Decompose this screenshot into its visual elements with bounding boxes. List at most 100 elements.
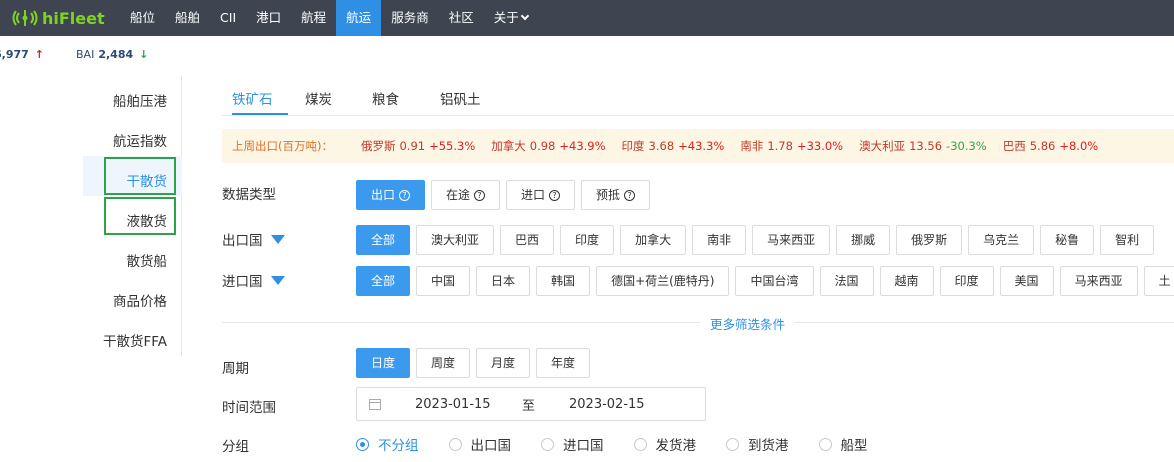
nav-item-cii[interactable]: CII — [210, 0, 246, 36]
chevron-down-icon — [520, 11, 529, 21]
import-country-option[interactable]: 韩国 — [536, 266, 591, 296]
banner-country: 澳大利亚 — [859, 139, 906, 153]
export-country-option[interactable]: 全部 — [356, 225, 411, 255]
ticker-value: 2,484 — [98, 48, 134, 61]
export-country-option[interactable]: 智利 — [1100, 225, 1155, 255]
sidebar-item-commodity-price[interactable]: 商品价格 — [113, 290, 167, 310]
tab-bauxite[interactable]: 铝矾土 — [440, 88, 481, 108]
import-country-option[interactable]: 法国 — [819, 266, 874, 296]
date-end[interactable]: 2023-02-15 — [569, 397, 645, 412]
time-range-label: 时间范围 — [222, 400, 276, 416]
more-filters-link[interactable]: 更多筛选条件 — [700, 314, 796, 333]
import-country-option[interactable]: 中国台湾 — [735, 266, 814, 296]
date-start[interactable]: 2023-01-15 — [415, 397, 491, 412]
commodity-tabs: 铁矿石 煤炭 粮食 铝矾土 — [222, 76, 1174, 116]
help-icon: ? — [549, 189, 561, 201]
group-radio-import-country[interactable]: 进口国 — [541, 434, 604, 454]
sidebar: 船舶压港 航运指数 干散货 液散货 散货船 商品价格 干散货FFA — [0, 76, 182, 356]
export-country-option[interactable]: 加拿大 — [620, 225, 687, 255]
import-country-option[interactable]: 马来西亚 — [1059, 266, 1138, 296]
import-country-option[interactable]: 土 — [1143, 266, 1174, 296]
nav-item-shipping[interactable]: 航运 — [336, 0, 382, 36]
tab-coal[interactable]: 煤炭 — [305, 88, 332, 108]
radio-icon — [726, 437, 739, 451]
nav-item-position[interactable]: 船位 — [120, 0, 165, 36]
ticker-item[interactable]: 6,977 ↑ — [0, 48, 44, 61]
top-navbar: hiFleet 船位 船舶 CII 港口 航程 航运 服务商 社区 关于 — [0, 0, 1174, 36]
export-country-option[interactable]: 俄罗斯 — [896, 225, 963, 255]
export-country-option[interactable]: 澳大利亚 — [416, 225, 495, 255]
data-type-eta-button[interactable]: 预抵? — [581, 180, 651, 210]
arrow-down-icon: ↓ — [139, 48, 149, 61]
period-weekly-button[interactable]: 周度 — [416, 348, 471, 378]
banner-country: 俄罗斯 — [360, 139, 396, 153]
banner-value: 0.91 — [399, 139, 426, 153]
group-radio-ship-type[interactable]: 船型 — [818, 434, 868, 454]
radio-icon — [633, 437, 647, 451]
export-country-option[interactable]: 乌克兰 — [968, 225, 1035, 255]
export-country-option[interactable]: 秘鲁 — [1040, 225, 1095, 255]
date-range-picker[interactable]: 2023-01-15 至 2023-02-15 — [356, 387, 706, 421]
nav-item-voyage[interactable]: 航程 — [291, 0, 336, 36]
group-radio-discharge-port[interactable]: 到货港 — [726, 434, 789, 454]
period-yearly-button[interactable]: 年度 — [536, 348, 591, 378]
tab-iron-ore[interactable]: 铁矿石 — [232, 88, 273, 108]
group-radio-none[interactable]: 不分组 — [356, 434, 419, 454]
data-type-import-button[interactable]: 进口? — [506, 180, 576, 210]
import-country-option[interactable]: 印度 — [939, 266, 994, 296]
import-country-option[interactable]: 日本 — [476, 266, 531, 296]
highlight-box — [104, 157, 176, 195]
export-country-options: 全部 澳大利亚 巴西 印度 加拿大 南非 马来西亚 挪威 俄罗斯 乌克兰 秘鲁 … — [356, 225, 1160, 255]
filter-divider — [222, 322, 1174, 323]
sidebar-item-dry-bulk-ffa[interactable]: 干散货FFA — [103, 330, 167, 350]
ticker-value: 6,977 — [0, 48, 29, 61]
banner-change: +55.3% — [429, 139, 476, 153]
nav-item-ships[interactable]: 船舶 — [165, 0, 210, 36]
banner-country: 加拿大 — [491, 139, 526, 153]
radio-label: 进口国 — [563, 438, 604, 454]
export-country-option[interactable]: 南非 — [692, 225, 747, 255]
nav-item-ports[interactable]: 港口 — [246, 0, 291, 36]
brand-name: hiFleet — [42, 8, 105, 28]
export-country-option[interactable]: 巴西 — [500, 225, 555, 255]
import-country-option[interactable]: 中国 — [416, 266, 471, 296]
data-type-transit-button[interactable]: 在途? — [431, 180, 501, 210]
group-radio-export-country[interactable]: 出口国 — [448, 434, 511, 454]
tab-active-indicator — [232, 113, 288, 115]
import-country-option[interactable]: 德国+荷兰(鹿特丹) — [596, 266, 730, 296]
export-country-option[interactable]: 印度 — [560, 225, 615, 255]
banner-change: +8.0% — [1059, 139, 1099, 153]
nav-item-about[interactable]: 关于 — [484, 0, 538, 36]
data-type-export-button[interactable]: 出口? — [356, 180, 426, 210]
period-daily-button[interactable]: 日度 — [356, 348, 411, 378]
nav-item-community[interactable]: 社区 — [439, 0, 484, 36]
import-country-option[interactable]: 越南 — [879, 266, 934, 296]
ticker-item[interactable]: BAI 2,484 ↓ — [76, 48, 148, 61]
logo-icon — [12, 10, 38, 26]
weekly-export-banner: 上周出口(百万吨)： 俄罗斯 0.91 +55.3% 加拿大 0.98 +43.… — [222, 129, 1174, 163]
export-country-option[interactable]: 马来西亚 — [752, 225, 831, 255]
banner-change: +43.9% — [559, 139, 606, 153]
banner-country: 印度 — [621, 139, 645, 153]
brand-logo[interactable]: hiFleet — [12, 8, 120, 28]
group-radio-load-port[interactable]: 发货港 — [633, 434, 696, 454]
import-country-option[interactable]: 美国 — [999, 266, 1054, 296]
caret-down-icon — [270, 235, 285, 244]
import-country-option[interactable]: 全部 — [356, 266, 411, 296]
export-country-option[interactable]: 挪威 — [836, 225, 891, 255]
caret-down-icon — [270, 276, 285, 285]
highlight-box — [104, 197, 176, 235]
period-monthly-button[interactable]: 月度 — [476, 348, 531, 378]
export-country-label[interactable]: 出口国 — [222, 229, 285, 249]
date-separator: 至 — [522, 398, 536, 414]
data-type-label: 数据类型 — [222, 187, 276, 203]
sidebar-item-port-congestion[interactable]: 船舶压港 — [113, 90, 167, 110]
import-country-label[interactable]: 进口国 — [222, 270, 285, 290]
nav-item-providers[interactable]: 服务商 — [381, 0, 439, 36]
radio-icon — [818, 437, 832, 451]
sidebar-item-shipping-index[interactable]: 航运指数 — [113, 130, 167, 150]
tab-grain[interactable]: 粮食 — [372, 88, 399, 108]
button-label: 在途 — [446, 188, 471, 202]
period-options: 日度 周度 月度 年度 — [356, 348, 596, 378]
sidebar-item-bulk-carrier[interactable]: 散货船 — [127, 250, 168, 270]
